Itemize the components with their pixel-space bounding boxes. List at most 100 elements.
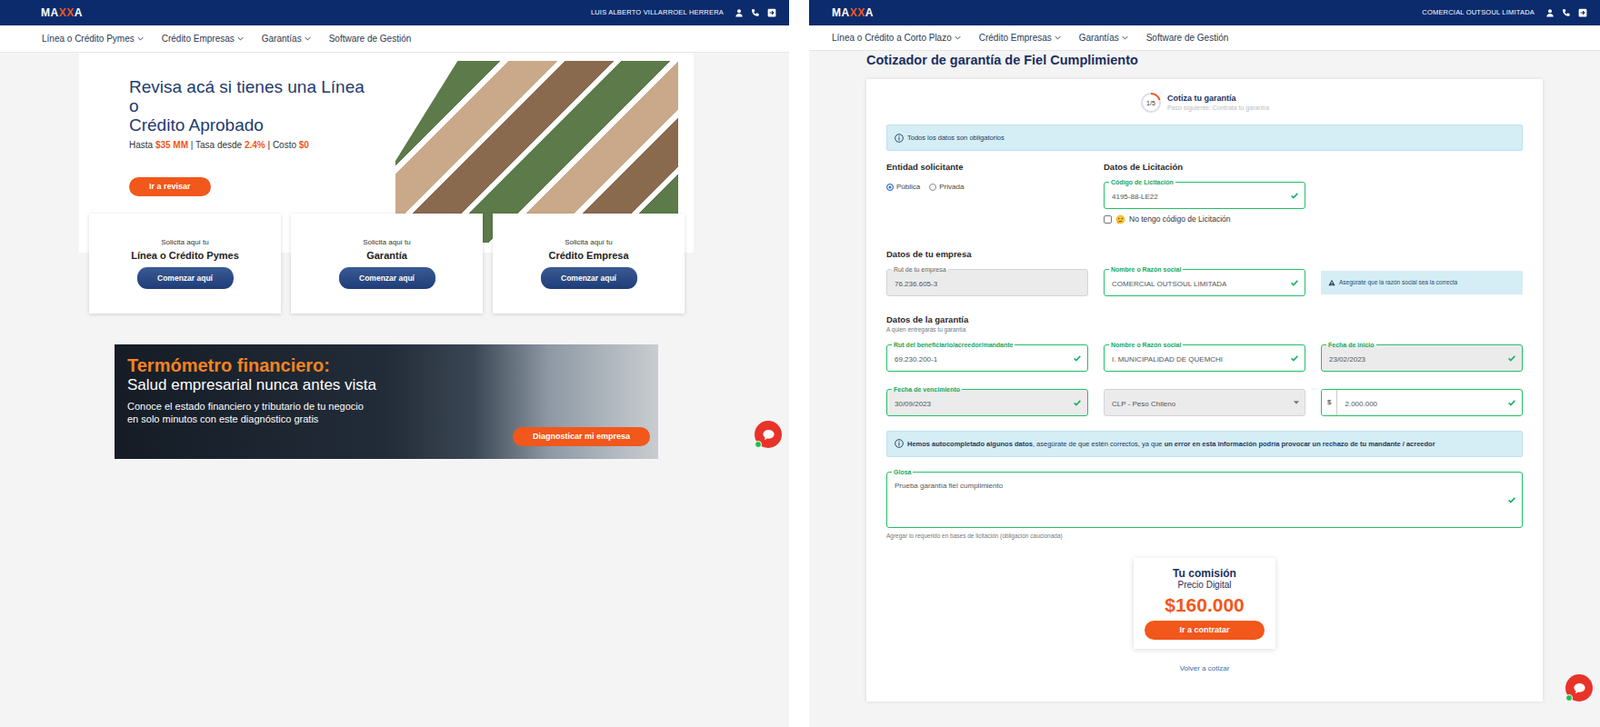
logout-icon <box>767 8 777 18</box>
nav-label[interactable]: Software de Gestión <box>1146 30 1230 45</box>
commission-amount: $160.000 <box>1144 593 1265 618</box>
nav-label[interactable]: Garantías <box>1079 30 1120 45</box>
text-field: Fecha de vencimiento30/09/2023 <box>886 389 1089 417</box>
title-line: Crédito Aprobado <box>129 115 370 135</box>
field-value[interactable]: 69.230.200-1 <box>894 354 938 366</box>
diagnose-button[interactable]: Diagnosticar mi empresa <box>512 427 650 447</box>
field-value[interactable]: COMERCIAL OUTSOUL LIMITADA <box>1111 279 1227 290</box>
field-value: CLP - Peso Chileno <box>1111 399 1176 410</box>
field-value: 30/09/2023 <box>894 399 931 410</box>
notice-part: , asegúrate de que estén correctos, ya q… <box>1032 440 1165 449</box>
chevron-down-icon <box>137 36 144 41</box>
field-label: Glosa <box>891 468 913 477</box>
start-button[interactable]: Comenzar aquí <box>137 267 234 290</box>
field-value[interactable]: 2.000.000 <box>1344 399 1378 410</box>
card-caption: Solicita aquí tu <box>160 237 209 249</box>
brand-logo[interactable]: MAXXA <box>40 7 83 19</box>
chat-button[interactable] <box>1565 674 1593 702</box>
logout-icon <box>1578 8 1588 18</box>
logo-part: XX <box>59 6 75 20</box>
text-field[interactable]: Nombre o Razón socialI. MUNICIPALIDAD DE… <box>1103 344 1306 372</box>
nav-item[interactable]: Software de Gestión <box>329 31 412 46</box>
next-step: Paso siguiente: Contrata tu garantía <box>1167 103 1270 112</box>
nav-label[interactable]: Línea o Crédito Pymes <box>41 31 135 46</box>
field-label: Rut de tu empresa <box>891 265 949 274</box>
section-heading: Entidad solicitante <box>886 161 1089 173</box>
field-value[interactable]: I. MUNICIPALIDAD DE QUEMCHI <box>1111 354 1223 366</box>
hero-subtitle: Hasta $35 MM | Tasa desde 2.4% | Costo $… <box>129 138 370 152</box>
caret-down-icon <box>1293 400 1300 405</box>
glosa-help: Agregar lo requerido en bases de licitac… <box>886 531 1523 540</box>
text-field: Fecha de inicio23/02/2023 <box>1320 344 1523 372</box>
start-button[interactable]: Comenzar aquí <box>339 267 436 290</box>
radio-label: Pública <box>896 181 920 193</box>
field-label: Nombre o Razón social <box>1109 265 1183 274</box>
user-icon <box>1545 8 1555 18</box>
action-card: Solicita aquí tuGarantía Comenzar aquí <box>290 213 483 314</box>
text-field[interactable]: Código de Licitación 4195-88-LE22 <box>1103 181 1306 210</box>
field-label: Código de Licitación <box>1109 178 1176 187</box>
card-title: Línea o Crédito Pymes <box>130 248 240 264</box>
radio-button[interactable] <box>886 183 894 191</box>
notice-part: un error en esta información podría prov… <box>1164 440 1436 449</box>
main-nav: Línea o Crédito a Corto Plazo Crédito Emp… <box>809 25 1600 51</box>
nav-label[interactable]: Crédito Empresas <box>161 31 235 46</box>
nav-item[interactable]: Software de Gestión <box>1146 30 1230 45</box>
nav-label[interactable]: Línea o Crédito a Corto Plazo <box>831 30 952 45</box>
title-line: Revisa acá si tienes una Línea o <box>129 77 370 116</box>
step-indicator: 1/5Cotiza tu garantíaPaso siguiente: Con… <box>886 91 1523 114</box>
subtitle-part: $0 <box>299 140 310 150</box>
nav-label[interactable]: Crédito Empresas <box>979 30 1052 45</box>
banner-subtitle: Salud empresarial nunca antes vista <box>127 376 377 395</box>
commission-card: Tu comisiónPrecio Digital$160.000Ir a co… <box>1133 558 1276 650</box>
start-button[interactable]: Comenzar aquí <box>540 267 638 290</box>
currency-select: CLP - Peso Chileno <box>1103 389 1306 417</box>
nav-item[interactable]: Garantías <box>261 31 311 46</box>
back-link[interactable]: Volver a cotizar <box>886 663 1523 675</box>
main-nav: Línea o Crédito Pymes Crédito Empresas Gar… <box>0 25 790 53</box>
amount-field[interactable]: $2.000.000 <box>1320 389 1523 417</box>
nav-item[interactable]: Crédito Empresas <box>161 31 244 46</box>
card-caption: Solicita aquí tu <box>362 237 410 249</box>
notice-text: Todos los datos son obligatorios <box>907 132 1005 143</box>
required-notice: Todos los datos son obligatorios <box>886 124 1523 151</box>
nav-item[interactable]: Línea o Crédito a Corto Plazo <box>831 30 961 45</box>
field-label: Rut del beneficiario/acreedor/mandante <box>891 340 1015 350</box>
chat-button[interactable] <box>754 420 782 449</box>
text-field[interactable]: Nombre o Razón socialCOMERCIAL OUTSOUL L… <box>1103 269 1306 297</box>
section-heading: Datos de tu empresa <box>886 249 1523 260</box>
field-value[interactable]: Prueba garantía fiel cumplimiento <box>894 480 1003 492</box>
brand-logo[interactable]: MAXXA <box>831 7 874 19</box>
nav-label[interactable]: Software de Gestión <box>329 31 412 46</box>
user-name: LUIS ALBERTO VILLARROEL HERRERA <box>590 7 724 18</box>
user-icon <box>734 8 744 18</box>
section-heading: Datos de Licitación <box>1103 161 1306 173</box>
text-field[interactable]: Rut del beneficiario/acreedor/mandante69… <box>886 344 1089 372</box>
review-button[interactable]: Ir a revisar <box>129 177 211 197</box>
nav-label[interactable]: Garantías <box>261 31 302 46</box>
banner-line: Conoce el estado financiero y tributario… <box>127 400 377 413</box>
check-icon <box>1072 353 1082 363</box>
glosa-textarea[interactable]: Glosa Prueba garantía fiel cumplimiento <box>886 471 1523 529</box>
subtitle-part: Hasta <box>129 140 156 150</box>
radio-option[interactable]: Pública <box>886 181 920 193</box>
chat-bubble-icon <box>761 428 776 442</box>
check-icon <box>1290 353 1300 363</box>
radio-button[interactable] <box>929 183 937 191</box>
info-icon <box>894 439 904 449</box>
phone-icon <box>750 8 760 18</box>
checkbox[interactable] <box>1103 215 1112 224</box>
quote-page: MAXXACOMERCIAL OUTSOUL LIMITADALínea o C… <box>809 0 1600 727</box>
no-code-option[interactable]: No tengo código de Licitación <box>1103 213 1306 226</box>
nav-item[interactable]: Línea o Crédito Pymes <box>41 31 144 46</box>
nav-item[interactable]: Garantías <box>1079 30 1129 45</box>
contract-button[interactable]: Ir a contratar <box>1144 620 1265 640</box>
nav-item[interactable]: Crédito Empresas <box>979 30 1061 45</box>
field-value[interactable]: 4195-88-LE22 <box>1111 191 1159 203</box>
radio-option[interactable]: Privada <box>929 181 964 193</box>
banner-line: en solo minutos con este diagnóstico gra… <box>127 412 377 426</box>
notice-part: Hemos autocompletado algunos datos <box>907 440 1033 449</box>
check-icon <box>1507 398 1517 408</box>
card-title: Garantía <box>366 248 408 264</box>
top-bar: MAXXACOMERCIAL OUTSOUL LIMITADA <box>809 0 1600 26</box>
